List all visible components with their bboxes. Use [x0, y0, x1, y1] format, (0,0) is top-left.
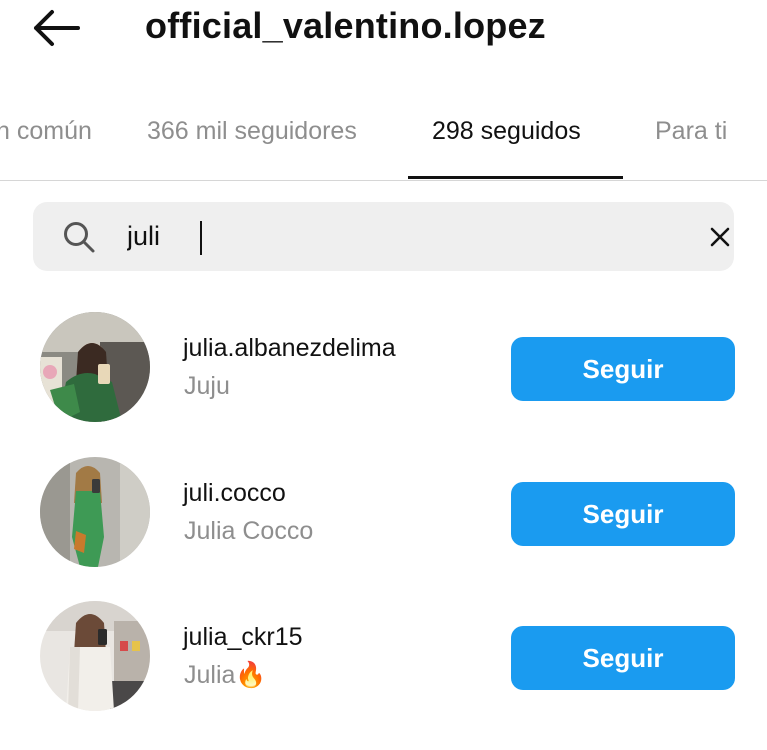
search-icon — [64, 222, 95, 253]
follow-button[interactable]: Seguir — [511, 337, 735, 401]
arrow-left-icon — [34, 10, 80, 46]
result-username[interactable]: juli.cocco — [183, 477, 286, 509]
profile-username-title: official_valentino.lopez — [145, 5, 546, 46]
result-username[interactable]: julia.albanezdelima — [183, 332, 396, 364]
text-caret — [200, 221, 202, 255]
result-full-name: Julia Cocco — [184, 517, 314, 545]
result-username[interactable]: julia_ckr15 — [183, 621, 303, 653]
avatar[interactable] — [40, 601, 150, 711]
tab-following[interactable]: 298 seguidos — [432, 115, 581, 147]
avatar[interactable] — [40, 312, 150, 422]
list-item[interactable]: julia_ckr15 Julia🔥 Seguir — [0, 601, 767, 741]
search-bar[interactable] — [33, 202, 734, 271]
result-full-name: Juju — [184, 372, 230, 400]
tab-mutual[interactable]: n común — [0, 115, 92, 147]
list-item[interactable]: juli.cocco Julia Cocco Seguir — [0, 457, 767, 597]
top-bar: official_valentino.lopez — [0, 0, 767, 60]
follow-button[interactable]: Seguir — [511, 482, 735, 546]
result-full-name: Julia🔥 — [184, 661, 267, 689]
active-tab-indicator — [408, 176, 623, 179]
list-item[interactable]: julia.albanezdelima Juju Seguir — [0, 312, 767, 452]
avatar[interactable] — [40, 457, 150, 567]
follow-button[interactable]: Seguir — [511, 626, 735, 690]
follow-tabs: n común 366 mil seguidores 298 seguidos … — [0, 105, 767, 181]
tab-followers[interactable]: 366 mil seguidores — [147, 115, 357, 147]
search-input[interactable] — [127, 214, 647, 258]
close-icon[interactable] — [705, 222, 735, 252]
back-button[interactable] — [30, 8, 82, 48]
tab-suggested[interactable]: Para ti — [655, 115, 727, 147]
